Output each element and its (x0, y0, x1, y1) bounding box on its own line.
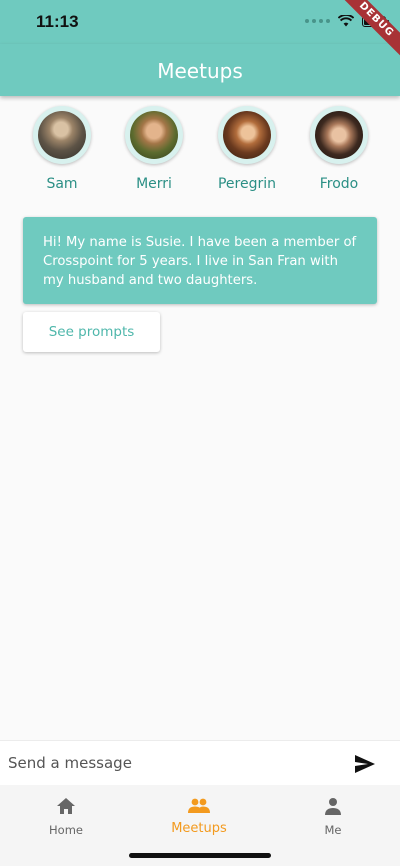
intro-message-text: Hi! My name is Susie. I have been a memb… (43, 235, 357, 288)
home-indicator[interactable] (129, 853, 271, 858)
cellular-signal-icon (305, 19, 330, 23)
member-name: Peregrin (217, 176, 277, 192)
see-prompts-button[interactable]: See prompts (23, 312, 160, 352)
app-bar: Meetups (0, 44, 400, 96)
peregrin-photo (223, 111, 271, 159)
status-time: 11:13 (36, 12, 79, 31)
member-avatar-row: Sam Merri Peregrin Frodo (0, 106, 400, 196)
member-name: Frodo (319, 176, 359, 192)
merri-photo (130, 111, 178, 159)
nav-meetups[interactable]: Meetups (144, 795, 254, 836)
wifi-icon (338, 15, 354, 27)
message-input[interactable]: Send a message (8, 754, 132, 772)
nav-label: Meetups (171, 821, 227, 836)
nav-label: Home (49, 823, 83, 837)
member-name: Merri (136, 176, 172, 192)
frodo-photo (315, 111, 363, 159)
member-peregrin[interactable]: Peregrin (207, 106, 287, 192)
avatar[interactable] (125, 106, 183, 164)
nav-label: Me (324, 823, 342, 837)
person-icon (278, 795, 388, 817)
sam-photo (38, 111, 86, 159)
status-bar: 11:13 (0, 0, 400, 44)
page-title: Meetups (157, 59, 243, 83)
nav-me[interactable]: Me (278, 795, 388, 837)
intro-message-card: Hi! My name is Susie. I have been a memb… (23, 217, 377, 304)
message-composer: Send a message (0, 740, 400, 786)
send-icon[interactable] (354, 754, 376, 779)
avatar[interactable] (310, 106, 368, 164)
member-name: Sam (46, 176, 78, 192)
home-icon (11, 795, 121, 817)
people-icon (144, 795, 254, 817)
nav-home[interactable]: Home (11, 795, 121, 837)
avatar[interactable] (218, 106, 276, 164)
member-sam[interactable]: Sam (22, 106, 102, 192)
member-merri[interactable]: Merri (114, 106, 194, 192)
member-frodo[interactable]: Frodo (299, 106, 379, 192)
avatar[interactable] (33, 106, 91, 164)
